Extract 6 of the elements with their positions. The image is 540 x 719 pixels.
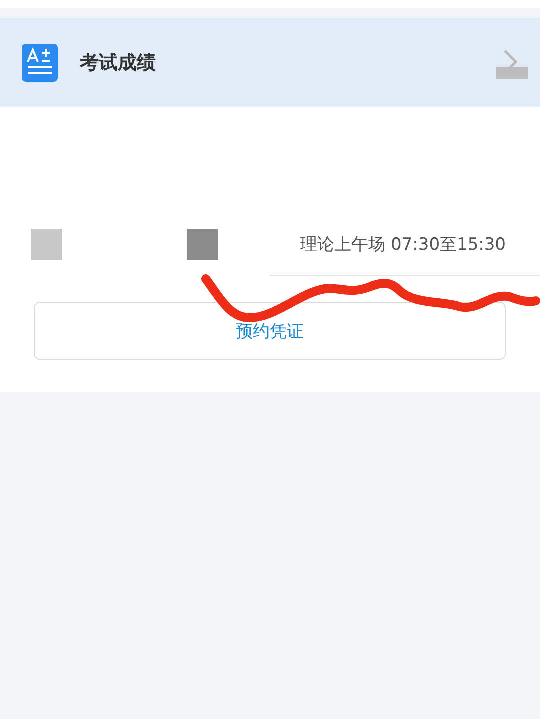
redaction-block [31, 229, 62, 260]
session-time: 理论上午场 07:30至15:30 [300, 234, 506, 256]
redaction-block [187, 229, 218, 260]
grade-icon [22, 44, 58, 82]
voucher-button[interactable]: 预约凭证 [34, 302, 506, 360]
section-title: 考试成绩 [80, 50, 157, 76]
